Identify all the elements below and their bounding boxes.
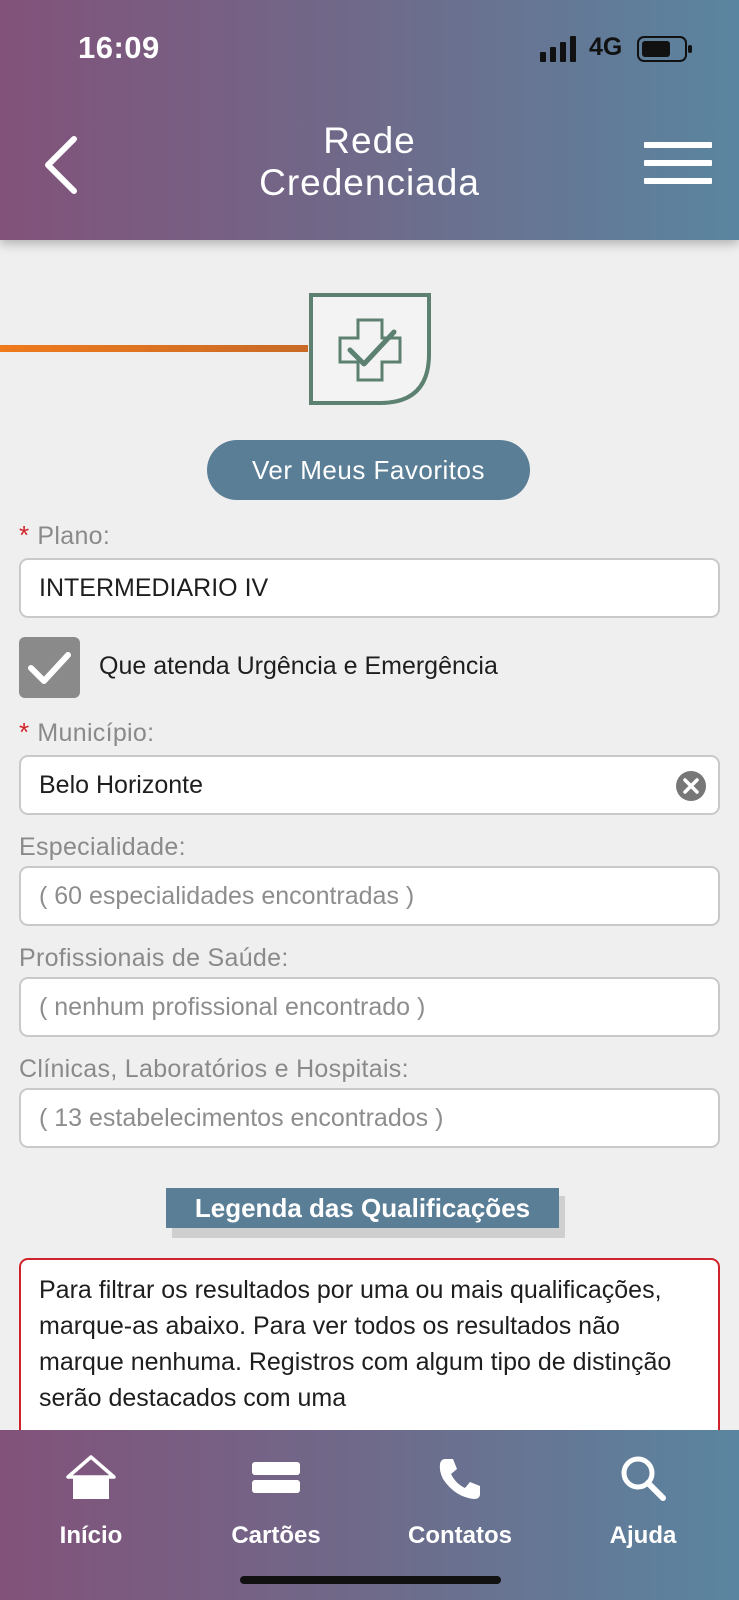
especialidade-value: ( 60 especialidades encontradas ): [39, 882, 415, 910]
view-favorites-button[interactable]: Ver Meus Favoritos: [207, 440, 530, 500]
urgency-checkbox[interactable]: [19, 637, 80, 698]
menu-bar: [644, 160, 712, 166]
back-button[interactable]: [40, 135, 80, 195]
chevron-left-icon: [45, 136, 77, 194]
home-indicator: [240, 1576, 501, 1584]
status-time: 16:09: [78, 30, 160, 65]
nav-label-ajuda: Ajuda: [609, 1522, 677, 1549]
clinicas-field[interactable]: ( 13 estabelecimentos encontrados ): [19, 1088, 720, 1148]
nav-label-contatos: Contatos: [408, 1522, 512, 1549]
municipio-value: Belo Horizonte: [39, 771, 203, 799]
menu-bar: [644, 178, 712, 184]
page-title-line1: Rede: [323, 120, 416, 161]
legend-button-wrapper: Legenda das Qualificações: [166, 1188, 565, 1238]
checkmark-icon: [28, 652, 71, 684]
search-icon: [621, 1456, 666, 1501]
menu-button[interactable]: [644, 142, 712, 190]
qualifications-info-box: Para filtrar os resultados por uma ou ma…: [19, 1258, 720, 1458]
network-label: 4G: [589, 33, 623, 61]
profissionais-label: Profissionais de Saúde:: [19, 944, 289, 972]
plano-label-text: Plano:: [37, 522, 111, 550]
clear-icon[interactable]: [676, 771, 706, 801]
plano-value: INTERMEDIARIO IV: [39, 574, 269, 602]
qualifications-info-text: Para filtrar os resultados por uma ou ma…: [39, 1276, 672, 1412]
nav-item-contatos[interactable]: Contatos: [380, 1448, 540, 1550]
bottom-nav: Início Cartões Contatos Ajuda: [0, 1430, 739, 1600]
signal-icon: [540, 36, 576, 62]
nav-item-inicio[interactable]: Início: [11, 1448, 171, 1550]
plano-field[interactable]: INTERMEDIARIO IV: [19, 558, 720, 618]
municipio-label-text: Município:: [37, 719, 155, 747]
profissionais-value: ( nenhum profissional encontrado ): [39, 993, 426, 1021]
municipio-field[interactable]: Belo Horizonte: [19, 755, 720, 815]
page-title-line2: Credenciada: [259, 162, 480, 203]
health-check-icon: [309, 293, 431, 405]
cards-icon: [252, 1462, 300, 1493]
clinicas-value: ( 13 estabelecimentos encontrados ): [39, 1104, 444, 1132]
home-icon: [66, 1455, 116, 1499]
page-title: Rede Credenciada: [200, 120, 539, 204]
battery-icon: [637, 36, 692, 62]
especialidade-field[interactable]: ( 60 especialidades encontradas ): [19, 866, 720, 926]
urgency-checkbox-label[interactable]: Que atenda Urgência e Emergência: [99, 652, 498, 681]
municipio-label: * Município:: [19, 717, 154, 748]
phone-icon: [439, 1459, 480, 1499]
profissionais-field[interactable]: ( nenhum profissional encontrado ): [19, 977, 720, 1037]
nav-item-ajuda[interactable]: Ajuda: [563, 1448, 723, 1550]
clinicas-label: Clínicas, Laboratórios e Hospitais:: [19, 1055, 409, 1083]
especialidade-label: Especialidade:: [19, 833, 186, 861]
menu-bar: [644, 142, 712, 148]
nav-label-cartoes: Cartões: [231, 1522, 321, 1549]
nav-item-cartoes[interactable]: Cartões: [196, 1448, 356, 1550]
legend-button[interactable]: Legenda das Qualificações: [166, 1188, 559, 1228]
app-header: 16:09 4G Rede Credenciada: [0, 0, 739, 240]
required-marker: *: [19, 717, 30, 747]
nav-label-inicio: Início: [59, 1522, 123, 1549]
required-marker: *: [19, 520, 30, 550]
plano-label: * Plano:: [19, 520, 110, 551]
progress-line: [0, 345, 308, 352]
